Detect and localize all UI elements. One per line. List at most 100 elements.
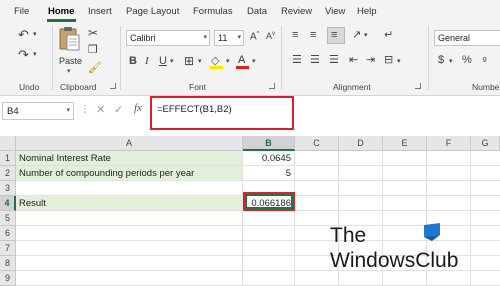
undo-dropdown-icon[interactable]: ▾ bbox=[33, 31, 37, 38]
row-header[interactable]: 5 bbox=[0, 211, 16, 226]
menu-view[interactable]: View bbox=[325, 6, 345, 17]
enter-icon[interactable]: ✓ bbox=[114, 103, 123, 116]
menu-help[interactable]: Help bbox=[357, 6, 377, 17]
menu-data[interactable]: Data bbox=[247, 6, 267, 17]
row-header[interactable]: 7 bbox=[0, 241, 16, 256]
cancel-icon[interactable]: ✕ bbox=[96, 103, 105, 116]
clipboard-launcher-icon[interactable] bbox=[110, 83, 116, 89]
row-header-selected[interactable]: 4 bbox=[0, 196, 16, 211]
accounting-format-icon[interactable]: $ bbox=[438, 55, 444, 66]
row-header[interactable]: 2 bbox=[0, 166, 16, 181]
cell-b1[interactable]: 0.0645 bbox=[243, 151, 295, 166]
row-header[interactable]: 3 bbox=[0, 181, 16, 196]
cut-icon[interactable]: ✂ bbox=[88, 27, 98, 39]
watermark-line1: The bbox=[330, 224, 367, 247]
align-middle-icon[interactable]: ≡ bbox=[310, 30, 316, 41]
font-size-combo[interactable]: 11 ▾ bbox=[214, 30, 244, 46]
increase-font-icon[interactable]: A^ bbox=[250, 31, 260, 42]
name-box[interactable]: B4 ▾ bbox=[2, 102, 74, 120]
chevron-down-icon[interactable]: ▾ bbox=[170, 58, 174, 65]
align-bottom-icon[interactable]: ≡ bbox=[327, 27, 345, 44]
increase-indent-icon[interactable]: ⇥ bbox=[366, 55, 375, 66]
font-launcher-icon[interactable] bbox=[269, 83, 275, 89]
row-header[interactable]: 1 bbox=[0, 151, 16, 166]
align-right-icon[interactable]: ☰ bbox=[329, 55, 339, 66]
chevron-down-icon[interactable]: ▾ bbox=[364, 32, 368, 39]
name-box-value: B4 bbox=[7, 106, 19, 117]
fill-color-icon[interactable]: ◇ bbox=[210, 54, 224, 70]
result-highlight-box bbox=[243, 192, 295, 211]
chevron-down-icon[interactable]: ▾ bbox=[198, 58, 202, 65]
comma-style-icon[interactable]: ⁹ bbox=[482, 55, 487, 67]
column-header-b[interactable]: B bbox=[243, 136, 295, 151]
italic-icon[interactable]: I bbox=[145, 56, 149, 67]
insert-function-icon[interactable]: fx bbox=[134, 102, 142, 114]
chevron-down-icon: ▾ bbox=[203, 34, 207, 41]
font-name-value: Calibri bbox=[130, 33, 156, 43]
menu-page-layout[interactable]: Page Layout bbox=[126, 6, 179, 17]
windows-logo-icon bbox=[424, 223, 440, 241]
number-format-combo[interactable]: General bbox=[434, 30, 500, 46]
redo-dropdown-icon[interactable]: ▾ bbox=[33, 51, 37, 58]
font-name-combo[interactable]: Calibri ▾ bbox=[126, 30, 210, 46]
menu-insert[interactable]: Insert bbox=[88, 6, 112, 17]
formula-input[interactable]: =EFFECT(B1,B2) bbox=[157, 104, 232, 115]
orientation-icon[interactable]: ↗ bbox=[352, 30, 361, 41]
font-group-label: Font bbox=[189, 82, 207, 92]
menu-review[interactable]: Review bbox=[281, 6, 312, 17]
cell-a2[interactable]: Number of compounding periods per year bbox=[16, 166, 243, 181]
cell-a3[interactable] bbox=[16, 181, 243, 196]
cell-a4[interactable]: Result bbox=[16, 196, 243, 211]
underline-icon[interactable]: U bbox=[159, 56, 167, 67]
paste-button[interactable]: Paste ▾ bbox=[57, 26, 83, 75]
copy-icon[interactable]: ❐ bbox=[88, 45, 98, 56]
column-header-g[interactable]: G bbox=[471, 136, 500, 151]
column-header-e[interactable]: E bbox=[383, 136, 427, 151]
align-center-icon[interactable]: ☰ bbox=[310, 55, 320, 66]
watermark-line2: WindowsClub bbox=[330, 249, 459, 272]
chevron-down-icon[interactable]: ▾ bbox=[252, 58, 256, 65]
chevron-down-icon[interactable]: ▾ bbox=[226, 58, 230, 65]
wrap-text-icon[interactable]: ↵ bbox=[384, 30, 393, 41]
redo-icon[interactable]: ↷ bbox=[18, 48, 29, 61]
empty-rows-area[interactable] bbox=[16, 211, 295, 286]
clipboard-group-label: Clipboard bbox=[60, 82, 97, 92]
gridline bbox=[294, 211, 295, 286]
align-left-icon[interactable]: ☰ bbox=[292, 55, 302, 66]
number-group-label: Numbe bbox=[472, 82, 500, 92]
group-divider bbox=[428, 26, 429, 90]
row-header[interactable]: 6 bbox=[0, 226, 16, 241]
font-color-icon[interactable]: A bbox=[236, 54, 250, 70]
chevron-down-icon[interactable]: ▾ bbox=[449, 58, 453, 65]
column-header-f[interactable]: F bbox=[427, 136, 471, 151]
alignment-launcher-icon[interactable] bbox=[415, 83, 421, 89]
row-header[interactable]: 8 bbox=[0, 256, 16, 271]
bold-icon[interactable]: B bbox=[129, 56, 137, 67]
clipboard-icon bbox=[59, 27, 80, 51]
undo-icon[interactable]: ↶ bbox=[18, 28, 29, 41]
column-header-c[interactable]: C bbox=[295, 136, 339, 151]
merge-center-icon[interactable]: ⊟ bbox=[384, 55, 393, 66]
select-all-corner[interactable] bbox=[0, 136, 16, 151]
undo-group-label: Undo bbox=[19, 82, 40, 92]
cell-a1[interactable]: Nominal Interest Rate bbox=[16, 151, 243, 166]
menu-formulas[interactable]: Formulas bbox=[193, 6, 233, 17]
chevron-down-icon[interactable]: ▾ bbox=[397, 58, 401, 65]
number-format-value: General bbox=[438, 33, 471, 43]
ribbon: ↶ ▾ ↷ ▾ Undo Paste ▾ ✂ ❐ 🖌 Clipboard Cal… bbox=[0, 22, 500, 96]
menu-file[interactable]: File bbox=[14, 6, 29, 17]
column-header-d[interactable]: D bbox=[339, 136, 383, 151]
formula-bar-handle-icon[interactable]: ⋮ bbox=[80, 104, 90, 115]
column-header-a[interactable]: A bbox=[16, 136, 243, 151]
format-painter-icon[interactable]: 🖌 bbox=[88, 63, 102, 74]
menu-home[interactable]: Home bbox=[48, 6, 74, 17]
align-top-icon[interactable]: ≡ bbox=[292, 30, 298, 41]
row-header[interactable]: 9 bbox=[0, 271, 16, 286]
borders-icon[interactable]: ⊞ bbox=[184, 55, 194, 67]
alignment-group-label: Alignment bbox=[333, 82, 371, 92]
cell-b2[interactable]: 5 bbox=[243, 166, 295, 181]
percent-style-icon[interactable]: % bbox=[462, 55, 472, 66]
decrease-font-icon[interactable]: Av bbox=[266, 31, 275, 41]
decrease-indent-icon[interactable]: ⇤ bbox=[349, 55, 358, 66]
paste-label: Paste bbox=[59, 56, 83, 66]
